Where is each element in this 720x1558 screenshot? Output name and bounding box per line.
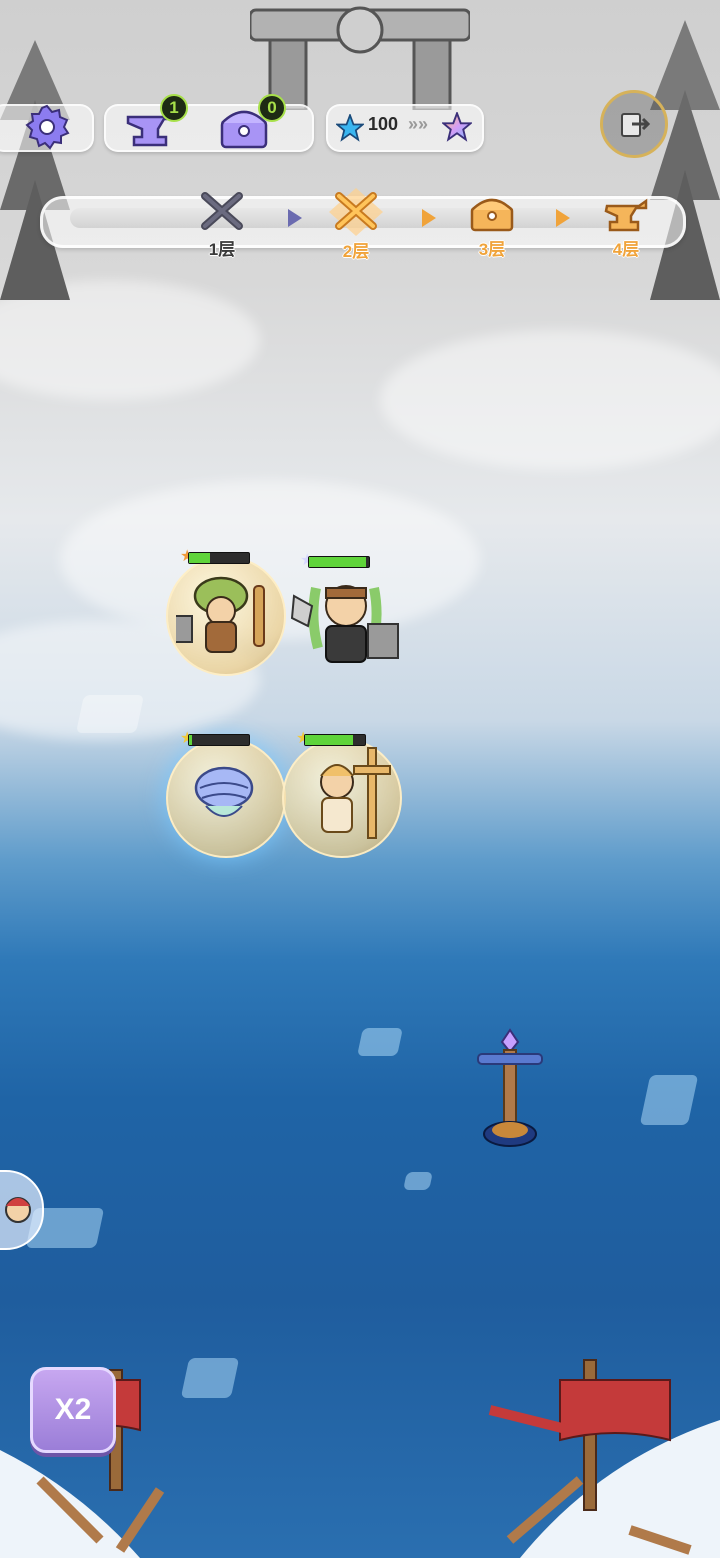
anvil-icon bbox=[604, 198, 648, 232]
priest-sprite bbox=[320, 747, 391, 839]
ice-shard bbox=[403, 1172, 433, 1190]
progress-arrow bbox=[288, 209, 302, 227]
avatar bbox=[5, 1197, 31, 1223]
axe-warrior-sprite bbox=[290, 585, 399, 663]
star-count: 100 bbox=[368, 114, 399, 134]
hero-mushroom-warrior[interactable]: ★ bbox=[166, 548, 286, 676]
pine-tree-left bbox=[0, 40, 70, 300]
ice-shard bbox=[639, 1075, 699, 1125]
hp-bar bbox=[304, 734, 366, 746]
crossed-swords-icon bbox=[201, 192, 243, 230]
hp-bar bbox=[188, 734, 250, 746]
treasure-chest-icon bbox=[470, 198, 514, 232]
mushroom-warrior-sprite bbox=[176, 576, 265, 653]
game-scene: 1 0 100 »» 1层 2层 3层 4层 X2 bbox=[0, 0, 720, 1558]
floor-3-node: 3层 bbox=[462, 194, 522, 260]
hp-fill bbox=[305, 735, 353, 745]
exit-door-icon bbox=[621, 113, 651, 137]
chest-count-badge: 0 bbox=[258, 94, 286, 122]
hero-ice-mage[interactable]: ★ bbox=[166, 730, 286, 858]
hero-priest[interactable]: ★ bbox=[282, 730, 402, 858]
floor-4-label: 4层 bbox=[612, 240, 640, 259]
floor-4-node: 4层 bbox=[596, 194, 656, 260]
exit-button[interactable] bbox=[600, 90, 668, 158]
ice-shard bbox=[75, 695, 145, 733]
snow-drift bbox=[380, 330, 720, 470]
hp-fill bbox=[189, 553, 210, 563]
floor-1-label: 1层 bbox=[208, 240, 236, 259]
hp-fill bbox=[309, 557, 366, 567]
anvil-count-badge: 1 bbox=[160, 94, 188, 122]
hp-bar bbox=[188, 552, 250, 564]
hero-axe-warrior[interactable]: ★ bbox=[286, 552, 406, 680]
hp-bar bbox=[308, 556, 370, 568]
floor-2-node: 2层 bbox=[326, 188, 386, 262]
hp-fill bbox=[189, 735, 192, 745]
floor-3-label: 3层 bbox=[478, 240, 506, 259]
gear-icon bbox=[25, 104, 70, 150]
pine-tree-right bbox=[650, 20, 720, 300]
progress-arrow bbox=[422, 209, 436, 227]
speed-x2-button[interactable]: X2 bbox=[30, 1367, 116, 1453]
anvil-button[interactable]: 1 bbox=[120, 94, 188, 156]
chest-button[interactable]: 0 bbox=[214, 94, 286, 156]
crossed-swords-icon bbox=[329, 188, 383, 236]
chevrons-icon: »» bbox=[408, 114, 429, 134]
camp-decor-right bbox=[488, 1359, 720, 1558]
blue-star-icon bbox=[336, 114, 364, 142]
sword-marker[interactable] bbox=[474, 1028, 546, 1152]
floor-2-label: 2层 bbox=[342, 242, 370, 261]
settings-button[interactable] bbox=[20, 100, 74, 154]
progress-arrow bbox=[556, 209, 570, 227]
ice-mage-sprite bbox=[194, 766, 254, 817]
rainbow-star-icon bbox=[442, 112, 472, 142]
floor-1-node: 1层 bbox=[192, 192, 252, 260]
ice-shard bbox=[357, 1028, 403, 1056]
stone-gate bbox=[250, 6, 470, 110]
